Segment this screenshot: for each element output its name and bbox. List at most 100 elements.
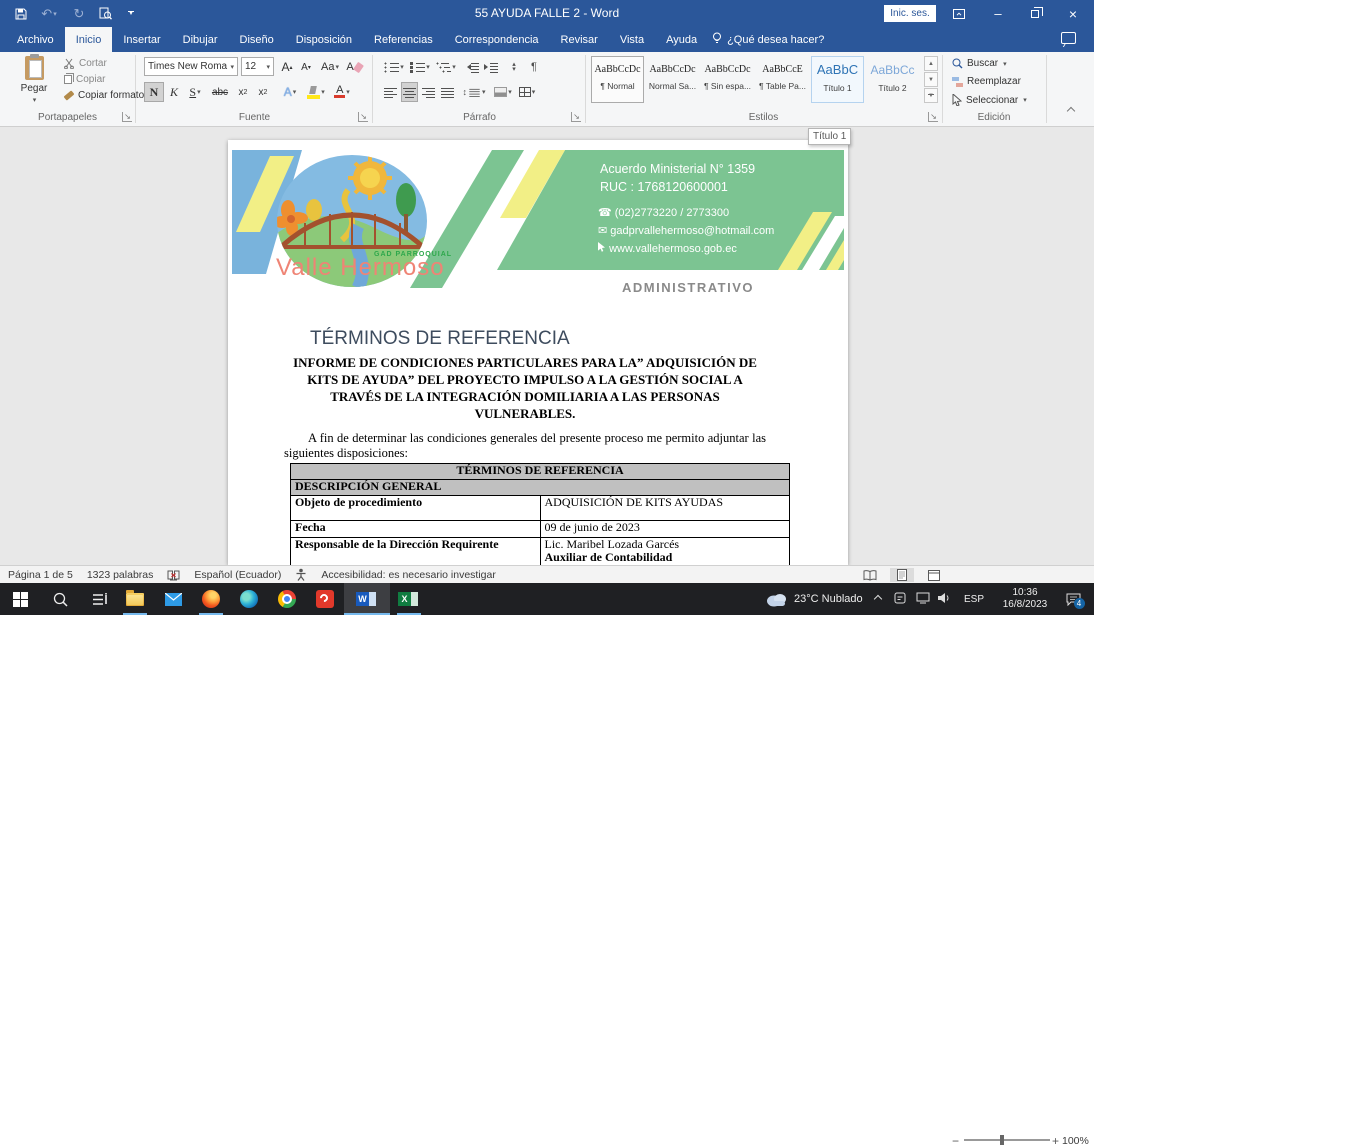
excel-taskbar-icon[interactable]: X xyxy=(390,583,428,615)
zoom-slider[interactable] xyxy=(964,1139,1050,1141)
speaker-icon[interactable] xyxy=(938,592,951,604)
styles-gallery-more-icon[interactable]: ▼ xyxy=(924,88,938,103)
underline-button[interactable]: S▾ xyxy=(184,82,206,102)
highlight-button[interactable]: ▾ xyxy=(304,82,328,102)
styles-scroll-up-icon[interactable]: ▲ xyxy=(924,56,938,71)
firefox-icon[interactable] xyxy=(192,583,230,615)
tab-vista[interactable]: Vista xyxy=(609,27,655,52)
weather-text[interactable]: 23°C Nublado xyxy=(794,583,868,615)
grow-font-button[interactable]: A▴ xyxy=(278,57,296,77)
change-case-button[interactable]: Aa▾ xyxy=(318,57,342,77)
format-painter-button[interactable]: Copiar formato xyxy=(64,90,144,101)
show-marks-button[interactable]: ¶ xyxy=(526,57,542,77)
print-layout-icon[interactable] xyxy=(890,568,914,582)
cut-button[interactable]: Cortar xyxy=(64,58,107,69)
minimize-icon[interactable]: – xyxy=(981,0,1015,27)
task-view-icon[interactable] xyxy=(80,583,120,615)
paragraph-dialog-launcher-icon[interactable]: ↘ xyxy=(571,112,581,122)
style-titulo-2[interactable]: AaBbCc Título 2 xyxy=(866,56,919,103)
weather-cloud-icon[interactable] xyxy=(762,583,792,615)
tab-revisar[interactable]: Revisar xyxy=(550,27,609,52)
accessibility-icon[interactable] xyxy=(295,568,307,581)
style-normal-sa[interactable]: AaBbCcDc Normal Sa... xyxy=(646,56,699,103)
restore-icon[interactable] xyxy=(1018,0,1052,27)
decrease-indent-button[interactable] xyxy=(462,57,480,77)
copy-button[interactable]: Copiar xyxy=(64,74,105,85)
tab-inicio[interactable]: Inicio xyxy=(65,27,113,52)
justify-button[interactable] xyxy=(439,82,456,102)
replace-button[interactable]: Reemplazar xyxy=(952,76,1021,87)
sort-button[interactable]: ▴▾ xyxy=(505,57,523,77)
align-center-button[interactable] xyxy=(401,82,418,102)
superscript-button[interactable]: x2 xyxy=(254,82,272,102)
tab-insertar[interactable]: Insertar xyxy=(112,27,171,52)
styles-dialog-launcher-icon[interactable]: ↘ xyxy=(928,112,938,122)
tab-archivo[interactable]: Archivo xyxy=(6,27,65,52)
tray-app-icon[interactable] xyxy=(894,592,906,604)
font-color-button[interactable]: A ▾ xyxy=(330,82,354,102)
feedback-icon[interactable] xyxy=(1061,32,1076,44)
multilevel-list-button[interactable]: ▾ xyxy=(434,57,458,77)
word-taskbar-icon[interactable]: W xyxy=(344,583,390,615)
line-spacing-button[interactable]: ↕▾ xyxy=(462,82,486,102)
styles-scroll-down-icon[interactable]: ▼ xyxy=(924,72,938,87)
clock-tray[interactable]: 10:36 16/8/2023 xyxy=(994,583,1056,615)
select-button[interactable]: Seleccionar▾ xyxy=(952,94,1027,106)
shading-button[interactable]: ▾ xyxy=(492,82,514,102)
collapse-ribbon-icon[interactable] xyxy=(1068,106,1074,117)
tab-ayuda[interactable]: Ayuda xyxy=(655,27,708,52)
network-icon[interactable] xyxy=(916,592,930,604)
proofing-error-icon[interactable] xyxy=(167,569,180,581)
start-button[interactable] xyxy=(0,583,40,615)
web-layout-icon[interactable] xyxy=(922,568,946,582)
font-size-combo[interactable]: 12▾ xyxy=(241,57,274,76)
document-page[interactable]: GAD PARROQUIAL Valle Hermoso Acuerdo Min… xyxy=(228,140,848,565)
page-indicator[interactable]: Página 1 de 5 xyxy=(8,569,73,581)
tab-dibujar[interactable]: Dibujar xyxy=(172,27,229,52)
clipboard-dialog-launcher-icon[interactable]: ↘ xyxy=(122,112,132,122)
align-right-button[interactable] xyxy=(420,82,437,102)
chrome-icon[interactable] xyxy=(268,583,306,615)
word-count[interactable]: 1323 palabras xyxy=(87,569,154,581)
acrobat-icon[interactable] xyxy=(306,583,344,615)
taskbar-search-icon[interactable] xyxy=(40,583,80,615)
shrink-font-button[interactable]: A▾ xyxy=(297,57,315,77)
notification-icon[interactable]: 4 xyxy=(1058,583,1088,615)
style-sin-espaciado[interactable]: AaBbCcDc ¶ Sin espa... xyxy=(701,56,754,103)
style-titulo-1[interactable]: AaBbC Título 1 xyxy=(811,56,864,103)
zoom-in-icon[interactable]: + xyxy=(1052,1134,1059,1148)
paste-button[interactable]: Pegar ▾ xyxy=(8,56,60,110)
zoom-out-icon[interactable]: − xyxy=(952,1134,959,1148)
tab-disposicion[interactable]: Disposición xyxy=(285,27,363,52)
borders-button[interactable]: ▾ xyxy=(516,82,538,102)
text-effects-button[interactable]: A▾ xyxy=(278,82,302,102)
read-mode-icon[interactable] xyxy=(858,568,882,582)
style-table-paragraph[interactable]: AaBbCcE ¶ Table Pa... xyxy=(756,56,809,103)
numbering-button[interactable]: ▾ xyxy=(408,57,432,77)
zoom-slider-thumb[interactable] xyxy=(1000,1135,1004,1145)
tab-correspondencia[interactable]: Correspondencia xyxy=(444,27,550,52)
accessibility-status[interactable]: Accesibilidad: es necesario investigar xyxy=(321,569,496,581)
tab-referencias[interactable]: Referencias xyxy=(363,27,444,52)
italic-button[interactable]: K xyxy=(166,82,182,102)
language-indicator[interactable]: Español (Ecuador) xyxy=(194,569,281,581)
language-tray[interactable]: ESP xyxy=(958,583,990,615)
tab-diseno[interactable]: Diseño xyxy=(229,27,285,52)
bold-button[interactable]: N xyxy=(144,82,164,102)
find-button[interactable]: Buscar▾ xyxy=(952,58,1007,69)
font-name-combo[interactable]: Times New Roma▾ xyxy=(144,57,238,76)
font-dialog-launcher-icon[interactable]: ↘ xyxy=(358,112,368,122)
strikethrough-button[interactable]: abc xyxy=(208,82,232,102)
ribbon-display-options-icon[interactable] xyxy=(948,4,970,23)
clear-formatting-button[interactable]: A xyxy=(344,57,364,77)
tray-expand-icon[interactable] xyxy=(868,583,888,615)
close-icon[interactable]: × xyxy=(1056,0,1090,27)
subscript-button[interactable]: x2 xyxy=(234,82,252,102)
increase-indent-button[interactable] xyxy=(481,57,499,77)
align-left-button[interactable] xyxy=(382,82,399,102)
tell-me-box[interactable]: ¿Qué desea hacer? xyxy=(708,27,824,52)
style-normal[interactable]: AaBbCcDc ¶ Normal xyxy=(591,56,644,103)
zoom-level[interactable]: 100% xyxy=(1062,1135,1089,1147)
bullets-button[interactable]: ▾ xyxy=(382,57,406,77)
sign-in-button[interactable]: Inic. ses. xyxy=(884,5,936,22)
